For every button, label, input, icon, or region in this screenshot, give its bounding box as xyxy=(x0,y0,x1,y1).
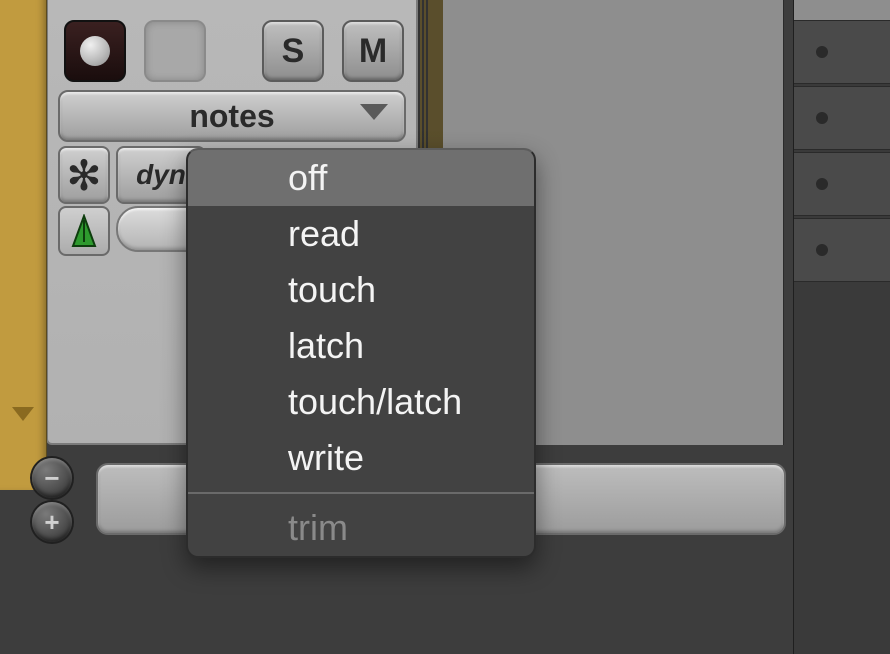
menu-separator xyxy=(188,492,534,494)
collapse-triangle-icon[interactable] xyxy=(12,407,34,421)
slot-row[interactable] xyxy=(794,86,890,150)
metronome-icon xyxy=(71,214,97,248)
track-view-label: notes xyxy=(189,98,274,135)
chevron-down-icon xyxy=(360,104,388,120)
slot-row[interactable] xyxy=(794,20,890,84)
dot-icon xyxy=(816,178,828,190)
track-view-selector[interactable]: notes xyxy=(58,90,406,142)
record-icon xyxy=(80,36,110,66)
menu-item-write[interactable]: write xyxy=(188,430,534,486)
right-panel xyxy=(793,0,890,654)
timebase-button[interactable]: ✻ xyxy=(58,146,110,204)
right-panel-header xyxy=(794,0,890,20)
minus-icon: − xyxy=(44,463,59,494)
dot-icon xyxy=(816,244,828,256)
mute-button[interactable]: M xyxy=(342,20,404,82)
input-monitor-button[interactable] xyxy=(144,20,206,82)
menu-item-off[interactable]: off xyxy=(188,150,534,206)
automation-mode-menu: off read touch latch touch/latch write t… xyxy=(186,148,536,558)
dot-icon xyxy=(816,46,828,58)
metronome-icon-button[interactable] xyxy=(58,206,110,256)
zoom-out-button[interactable]: − xyxy=(32,458,72,498)
plus-icon: + xyxy=(44,507,59,538)
menu-item-read[interactable]: read xyxy=(188,206,534,262)
slot-row[interactable] xyxy=(794,152,890,216)
menu-item-trim: trim xyxy=(188,500,534,556)
dot-icon xyxy=(816,112,828,124)
menu-item-latch[interactable]: latch xyxy=(188,318,534,374)
slot-row[interactable] xyxy=(794,218,890,282)
record-enable-button[interactable] xyxy=(64,20,126,82)
menu-item-touch-latch[interactable]: touch/latch xyxy=(188,374,534,430)
zoom-in-button[interactable]: + xyxy=(32,502,72,542)
menu-item-touch[interactable]: touch xyxy=(188,262,534,318)
solo-button[interactable]: S xyxy=(262,20,324,82)
